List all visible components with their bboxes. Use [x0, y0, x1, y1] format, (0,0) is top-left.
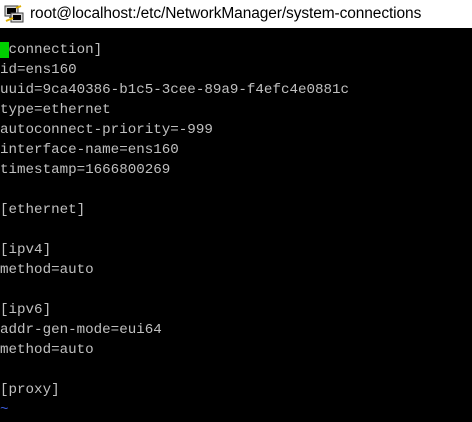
terminal-line: interface-name=ens160	[0, 142, 179, 158]
terminal-line: [ethernet]	[0, 202, 86, 218]
terminal-line: autoconnect-priority=-999	[0, 122, 213, 138]
terminal-line: [connection]	[0, 40, 472, 60]
terminal-line: [ipv4]	[0, 242, 52, 258]
putty-terminal-icon	[4, 4, 24, 24]
text-cursor: [	[0, 42, 9, 58]
terminal-line: id=ens160	[0, 62, 77, 78]
terminal-line: timestamp=1666800269	[0, 162, 171, 178]
terminal-line: [proxy]	[0, 382, 60, 398]
title-bar[interactable]: root@localhost:/etc/NetworkManager/syste…	[0, 0, 472, 28]
terminal-line-text: connection]	[8, 42, 103, 58]
window-title: root@localhost:/etc/NetworkManager/syste…	[30, 5, 422, 22]
terminal-line: method=auto	[0, 342, 94, 358]
empty-line-marker: ~	[0, 402, 9, 418]
terminal-window: root@localhost:/etc/NetworkManager/syste…	[0, 0, 472, 422]
terminal-line: uuid=9ca40386-b1c5-3cee-89a9-f4efc4e0881…	[0, 82, 350, 98]
terminal-screen[interactable]: [connection] id=ens160 uuid=9ca40386-b1c…	[0, 40, 472, 422]
terminal-line: [ipv6]	[0, 302, 52, 318]
terminal-line: method=auto	[0, 262, 94, 278]
terminal-line: addr-gen-mode=eui64	[0, 322, 162, 338]
terminal-line: type=ethernet	[0, 102, 111, 118]
